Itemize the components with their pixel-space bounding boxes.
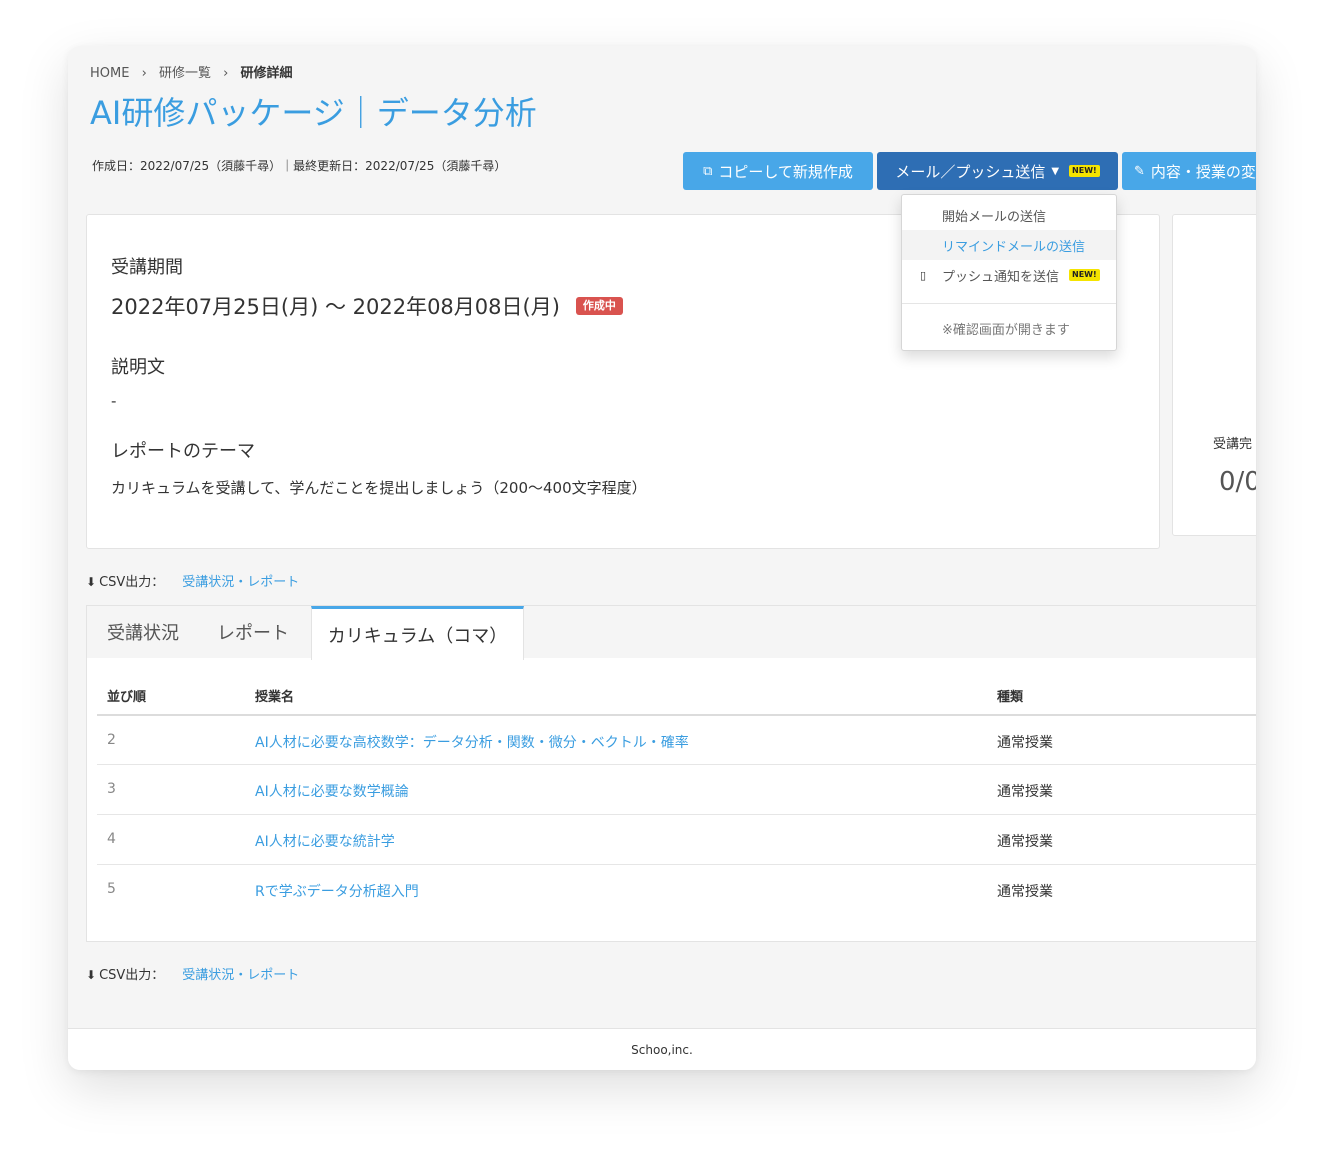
row-type: 通常授業	[997, 884, 1053, 900]
app-window: HOME › 研修一覧 › 研修詳細 AI研修パッケージ｜データ分析 作成日：2…	[68, 46, 1256, 1070]
tab-attendance[interactable]: 受講状況	[89, 606, 197, 658]
period-value: 2022年07月25日(月) 〜 2022年08月08日(月)	[111, 295, 560, 319]
footer: Schoo,inc.	[68, 1028, 1256, 1070]
table-row: 4 AI人材に必要な統計学 通常授業	[97, 814, 1256, 864]
mail-dropdown-menu: 開始メールの送信 リマインドメールの送信 ▯ プッシュ通知を送信 NEW! ※確…	[901, 194, 1117, 351]
curriculum-panel: 受講状況 レポート カリキュラム（コマ） 並び順 授業名 種類 2 AI人材に必…	[86, 605, 1256, 942]
breadcrumb-current: 研修詳細	[240, 66, 293, 81]
menu-item-start-mail[interactable]: 開始メールの送信	[902, 200, 1116, 230]
tab-bar: 受講状況 レポート カリキュラム（コマ）	[87, 606, 1256, 660]
menu-item-remind-mail[interactable]: リマインドメールの送信	[902, 230, 1116, 260]
completion-label: 受講完	[1213, 437, 1253, 452]
meta-info: 作成日：2022/07/25（須藤千尋）｜最終更新日：2022/07/25（須藤…	[92, 159, 507, 173]
breadcrumb: HOME › 研修一覧 › 研修詳細	[90, 62, 292, 81]
period-row: 2022年07月25日(月) 〜 2022年08月08日(月) 作成中	[111, 291, 623, 321]
csv-link-attendance-report[interactable]: 受講状況・レポート	[182, 968, 299, 983]
tab-label: レポート	[217, 623, 289, 644]
copy-icon: ⧉	[703, 163, 713, 179]
row-lesson-link[interactable]: Rで学ぶデータ分析超入門	[255, 881, 419, 901]
tab-report[interactable]: レポート	[203, 606, 303, 658]
tab-curriculum[interactable]: カリキュラム（コマ）	[311, 606, 524, 660]
column-header-type[interactable]: 種類	[997, 686, 1023, 705]
table-row: 5 Rで学ぶデータ分析超入門 通常授業	[97, 864, 1256, 914]
table-row: 2 AI人材に必要な高校数学：データ分析・関数・微分・ベクトル・確率 通常授業	[97, 714, 1256, 764]
row-lesson-link[interactable]: AI人材に必要な数学概論	[255, 781, 409, 801]
mail-push-send-label: メール／プッシュ送信	[895, 162, 1046, 181]
csv-label: CSV出力：	[99, 968, 165, 983]
breadcrumb-separator: ›	[141, 66, 147, 81]
column-header-name[interactable]: 授業名	[255, 686, 294, 705]
caret-down-icon: ▼	[1051, 165, 1060, 177]
pencil-icon: ✎	[1134, 163, 1145, 179]
breadcrumb-home[interactable]: HOME	[90, 66, 129, 81]
edit-content-button[interactable]: ✎ 内容・授業の変	[1122, 152, 1256, 190]
csv-export-bottom: ⬇ CSV出力： 受講状況・レポート	[86, 964, 299, 983]
menu-item-label: 開始メールの送信	[942, 209, 1047, 225]
new-badge: NEW!	[1069, 165, 1100, 177]
status-badge: 作成中	[575, 297, 623, 315]
completion-value: 0/0	[1219, 467, 1256, 497]
tab-label: 受講状況	[107, 623, 179, 644]
menu-note: ※確認画面が開きます	[942, 323, 1070, 338]
menu-item-push-notification[interactable]: ▯ プッシュ通知を送信 NEW!	[902, 260, 1116, 290]
download-icon: ⬇	[86, 575, 97, 589]
period-label: 受講期間	[111, 257, 183, 278]
row-type: 通常授業	[997, 735, 1053, 751]
column-header-order[interactable]: 並び順	[107, 686, 146, 705]
download-icon: ⬇	[86, 968, 97, 982]
report-theme-value: カリキュラムを受講して、学んだことを提出しましょう（200〜400文字程度）	[111, 479, 647, 497]
description-label: 説明文	[111, 357, 165, 378]
csv-label: CSV出力：	[99, 575, 165, 590]
report-theme-label: レポートのテーマ	[111, 441, 255, 462]
row-type: 通常授業	[997, 784, 1053, 800]
row-lesson-link[interactable]: AI人材に必要な高校数学：データ分析・関数・微分・ベクトル・確率	[255, 732, 689, 752]
breadcrumb-separator: ›	[223, 66, 229, 81]
table-row: 3 AI人材に必要な数学概論 通常授業	[97, 764, 1256, 814]
row-type: 通常授業	[997, 834, 1053, 850]
mail-push-send-button[interactable]: メール／プッシュ送信 ▼ NEW!	[877, 152, 1118, 190]
row-lesson-link[interactable]: AI人材に必要な統計学	[255, 831, 395, 851]
menu-divider	[902, 303, 1116, 304]
footer-company: Schoo,inc.	[631, 1043, 693, 1057]
tab-label: カリキュラム（コマ）	[327, 625, 508, 647]
menu-item-label: プッシュ通知を送信	[942, 269, 1060, 285]
phone-icon: ▯	[920, 268, 927, 282]
edit-content-label: 内容・授業の変	[1150, 162, 1256, 181]
page-title: AI研修パッケージ｜データ分析	[90, 94, 537, 132]
copy-new-button-label: コピーして新規作成	[718, 162, 853, 181]
csv-export-top: ⬇ CSV出力： 受講状況・レポート	[86, 571, 299, 590]
row-order: 3	[107, 781, 116, 797]
row-order: 2	[107, 732, 116, 748]
csv-link-attendance-report[interactable]: 受講状況・レポート	[182, 575, 299, 590]
new-badge: NEW!	[1069, 269, 1100, 281]
menu-item-label: リマインドメールの送信	[942, 239, 1086, 255]
completion-card: 受講完 0/0	[1172, 214, 1256, 536]
breadcrumb-list[interactable]: 研修一覧	[159, 66, 211, 81]
copy-new-button[interactable]: ⧉ コピーして新規作成	[683, 152, 873, 190]
description-value: -	[111, 392, 117, 410]
row-order: 4	[107, 831, 116, 847]
row-order: 5	[107, 881, 116, 897]
